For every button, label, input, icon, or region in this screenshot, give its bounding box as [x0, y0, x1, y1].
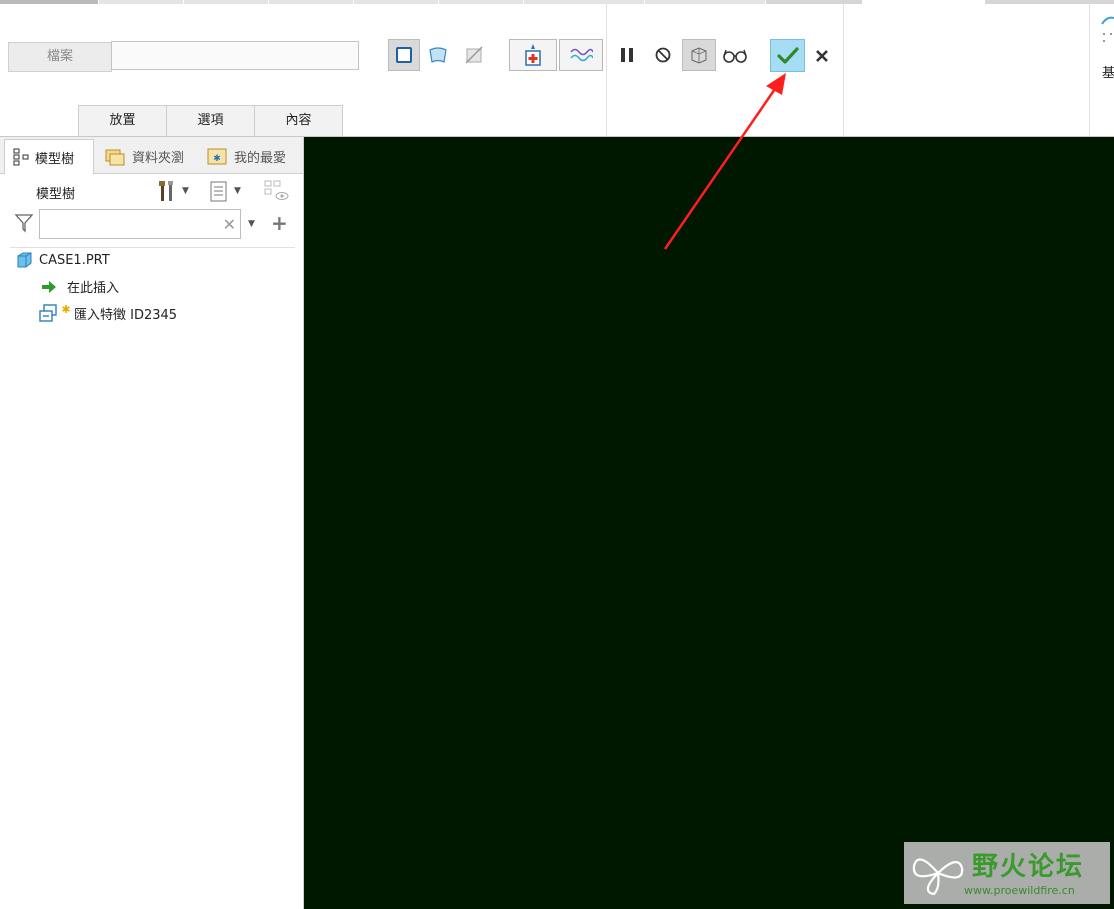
tree-insert-here[interactable]: 在此插入	[41, 277, 119, 296]
import-feature-icon: ✱	[38, 303, 76, 323]
pause-icon	[621, 48, 633, 62]
edit-geometry-button[interactable]	[559, 39, 603, 71]
model-tree-title: 模型樹	[36, 187, 76, 202]
ribbon-separator	[843, 4, 844, 136]
watermark-title: 野火论坛	[972, 852, 1085, 882]
pause-button[interactable]	[611, 39, 643, 71]
file-label[interactable]: 檔案	[8, 42, 112, 72]
graphics-window[interactable]	[304, 137, 1114, 909]
navigator-panel: 模型樹 資料夾瀏 ✱ 我的最愛 模型樹 ▼ ▼ ✕ ▼ + CASE1.PRT …	[0, 137, 304, 909]
tab-label: 我的最愛	[234, 150, 287, 166]
file-path-field[interactable]	[111, 41, 359, 70]
remove-material-button[interactable]	[458, 39, 490, 71]
search-dropdown-icon[interactable]: ▼	[248, 219, 255, 229]
tree-root-part[interactable]: CASE1.PRT	[15, 251, 110, 269]
tree-search-input[interactable]: ✕	[39, 209, 241, 239]
heal-geometry-icon	[525, 44, 541, 66]
filter-icon[interactable]	[14, 213, 34, 237]
tree-item-label: 在此插入	[67, 281, 120, 296]
show-hide-button[interactable]	[264, 179, 290, 203]
feature-dashboard: 檔案 基 放置 選項 內容	[0, 4, 1114, 137]
quilt-icon	[429, 47, 447, 63]
tree-divider	[10, 247, 295, 248]
quilt-surface-button[interactable]	[422, 39, 454, 71]
tab-label: 資料夾瀏	[132, 150, 185, 166]
import-heal-button[interactable]	[509, 39, 557, 71]
glasses-icon	[723, 49, 747, 63]
ribbon-separator	[1089, 4, 1090, 136]
tab-options[interactable]: 選項	[166, 105, 255, 136]
add-filter-icon[interactable]: +	[271, 211, 288, 235]
preview-geometry-icon	[691, 47, 707, 64]
tab-label: 模型樹	[35, 151, 75, 167]
svg-text:✱: ✱	[61, 303, 70, 316]
tab-model-tree[interactable]: 模型樹	[4, 139, 94, 175]
verify-button[interactable]	[719, 39, 751, 71]
cancel-button[interactable]	[806, 40, 838, 72]
cut-icon	[465, 46, 483, 64]
solid-surface-button[interactable]	[388, 39, 420, 71]
tree-item-label: CASE1.PRT	[39, 252, 110, 268]
no-preview-icon	[655, 47, 671, 63]
tab-folder-browser[interactable]: 資料夾瀏	[96, 139, 194, 173]
wave-curves-icon	[570, 48, 593, 62]
tree-item-label: 匯入特徵 ID2345	[74, 307, 178, 323]
tools-icon	[159, 181, 173, 201]
checkmark-icon	[776, 46, 799, 64]
datum-group-label: 基	[1102, 66, 1114, 81]
butterfly-logo	[912, 858, 964, 896]
close-icon	[816, 50, 828, 62]
geometry-preview-button[interactable]	[682, 39, 716, 71]
ok-button[interactable]	[770, 39, 805, 72]
tree-settings-button[interactable]: ▼	[156, 179, 189, 203]
model-tree-icon	[13, 148, 29, 166]
green-arrow-icon	[41, 280, 57, 294]
datum-icon[interactable]	[1100, 14, 1114, 52]
no-preview-button[interactable]	[647, 39, 679, 71]
tab-properties[interactable]: 內容	[254, 105, 343, 136]
dashboard-tabs: 放置 選項 內容	[78, 105, 343, 136]
part-icon	[15, 251, 33, 269]
clear-icon[interactable]: ✕	[223, 215, 236, 234]
favorites-folder-icon: ✱	[206, 146, 228, 166]
tab-favorites[interactable]: ✱ 我的最愛	[198, 139, 298, 173]
tree-import-feature[interactable]: ✱ 匯入特徵 ID2345	[38, 303, 177, 323]
ribbon-separator	[606, 4, 607, 136]
svg-text:✱: ✱	[213, 154, 221, 164]
show-columns-button[interactable]: ▼	[208, 179, 241, 203]
folder-icon	[104, 146, 126, 166]
solid-icon	[396, 47, 412, 63]
list-settings-icon	[210, 181, 227, 202]
watermark: 野火论坛 www.proewildfire.cn	[904, 842, 1110, 904]
watermark-url: www.proewildfire.cn	[964, 884, 1075, 897]
hidden-items-icon	[264, 180, 289, 200]
tab-placement[interactable]: 放置	[78, 105, 167, 136]
navigator-tabs: 模型樹 資料夾瀏 ✱ 我的最愛	[0, 137, 303, 175]
